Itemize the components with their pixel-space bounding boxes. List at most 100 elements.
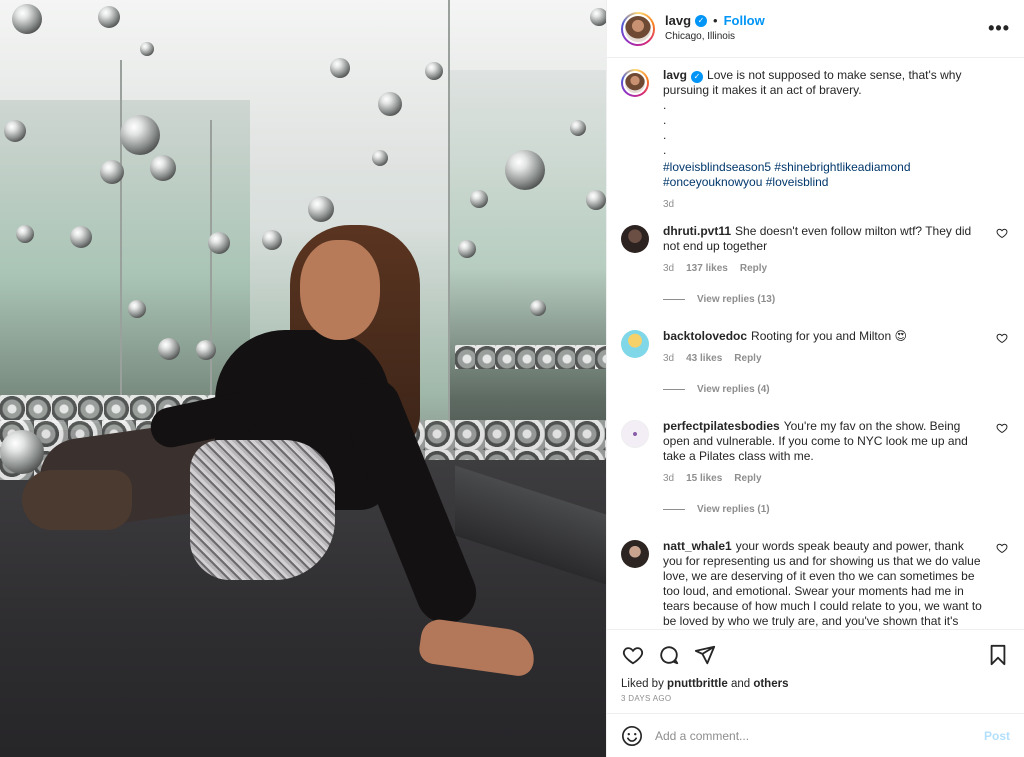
hashtag-link[interactable]: #onceyouknowyou [663, 175, 762, 189]
photo-mirror-ball [586, 190, 606, 210]
comments-list[interactable]: lavg ✓ Love is not supposed to make sense,… [607, 58, 1024, 629]
caption-dot: . [663, 98, 667, 112]
commenter-username[interactable]: natt_whale1 [663, 539, 732, 553]
heart-icon[interactable] [996, 332, 1008, 344]
comment-likes[interactable]: 43 likes [686, 351, 722, 366]
photo-mirror-ball [505, 150, 545, 190]
comment-age: 3d [663, 473, 675, 484]
post-side-panel: lavg ✓ • Follow Chicago, Illinois ••• la… [606, 0, 1024, 757]
photo-mirror-ball [140, 42, 154, 56]
instagram-post-modal: lavg ✓ • Follow Chicago, Illinois ••• la… [0, 0, 1024, 757]
photo-mirror-ball [458, 240, 476, 258]
reply-button[interactable]: Reply [740, 261, 767, 276]
photo-mirror-ball [4, 120, 26, 142]
author-username[interactable]: lavg [665, 13, 691, 29]
liked-by-prefix: Liked by [621, 678, 664, 690]
reply-button[interactable]: Reply [734, 471, 761, 486]
photo-mirror-ball [128, 300, 146, 318]
photo-mirror-ball [16, 225, 34, 243]
heart-icon[interactable] [996, 542, 1008, 554]
photo-mirror-ball [98, 6, 120, 28]
commenter-username[interactable]: dhruti.pvt11 [663, 224, 731, 238]
view-replies-button[interactable]: View replies (1) [663, 504, 1010, 515]
post-comment-button[interactable]: Post [984, 729, 1010, 743]
post-caption: lavg ✓ Love is not supposed to make sense,… [621, 68, 1010, 212]
photo-mirror-ball [100, 160, 124, 184]
more-options-icon[interactable]: ••• [988, 18, 1010, 39]
commenter-avatar[interactable] [621, 330, 649, 358]
photo-ball-row [395, 420, 606, 460]
reply-button[interactable]: Reply [734, 351, 761, 366]
caption-age: 3d [663, 199, 675, 210]
photo-mirror-ball [308, 196, 334, 222]
photo-mirror-ball [530, 300, 546, 316]
caption-dot: . [663, 113, 667, 127]
photo-mirror-ball [158, 338, 180, 360]
post-photo[interactable] [0, 0, 606, 757]
author-avatar[interactable] [621, 11, 655, 46]
comment-bubble-icon[interactable] [657, 643, 681, 667]
photo-mirror-ball [570, 120, 586, 136]
comment-item: natt_whale1 your words speak beauty and p… [621, 539, 1010, 629]
heart-icon[interactable] [621, 643, 645, 667]
comment-item: perfectpilatesbodies You're my fav on the… [621, 419, 1010, 486]
photo-mirror-ball [0, 430, 44, 474]
smiley-icon[interactable] [621, 725, 643, 747]
commenter-avatar[interactable] [621, 225, 649, 253]
photo-mirror-seam [120, 60, 122, 420]
verified-badge-icon: ✓ [695, 14, 708, 27]
photo-mirror-ball [12, 4, 42, 34]
liked-by-user[interactable]: pnuttbrittle [667, 678, 728, 690]
photo-mirror-seam [210, 120, 212, 420]
header-separator: • [713, 12, 718, 28]
comment-likes[interactable]: 137 likes [686, 261, 728, 276]
liked-by-text: Liked by pnuttbrittle and others [621, 678, 1010, 690]
caption-dot: . [663, 128, 667, 142]
photo-mirror-ball [378, 92, 402, 116]
comment-age: 3d [663, 263, 675, 274]
photo-mirror-ball [590, 8, 606, 26]
caption-text: Love is not supposed to make sense, that… [663, 68, 962, 97]
comment-likes[interactable]: 15 likes [686, 471, 722, 486]
photo-mirror-ball [262, 230, 282, 250]
photo-mirror-ball [208, 232, 230, 254]
post-location[interactable]: Chicago, Illinois [665, 29, 765, 45]
caption-username[interactable]: lavg [663, 68, 687, 82]
photo-mirror-ball [70, 226, 92, 248]
paper-plane-icon[interactable] [693, 643, 717, 667]
photo-mirror-ball [372, 150, 388, 166]
verified-badge-icon: ✓ [691, 71, 704, 83]
photo-mirror-ball [150, 155, 176, 181]
photo-mirror-ball [120, 115, 160, 155]
hashtag-link[interactable]: #shinebrightlikeadiamond [774, 160, 910, 174]
photo-ball-row [455, 345, 606, 369]
caption-dot: . [663, 143, 667, 157]
post-timestamp: 3 DAYS AGO [621, 694, 672, 703]
comment-item: dhruti.pvt11 She doesn't even follow milt… [621, 224, 1010, 276]
comment-item: backtolovedoc Rooting for you and Milton … [621, 329, 1010, 366]
commenter-username[interactable]: backtolovedoc [663, 329, 747, 343]
comment-age: 3d [663, 353, 675, 364]
hashtag-link[interactable]: #loveisblind [766, 175, 829, 189]
heart-icon[interactable] [996, 422, 1008, 434]
photo-mirror-ball [425, 62, 443, 80]
photo-mirror-ball [196, 340, 216, 360]
bookmark-icon[interactable] [986, 643, 1010, 667]
photo-mirror-ball [470, 190, 488, 208]
photo-mirror-seam [448, 0, 450, 490]
view-replies-button[interactable]: View replies (4) [663, 384, 1010, 395]
view-replies-button[interactable]: View replies (13) [663, 294, 1010, 305]
commenter-username[interactable]: perfectpilatesbodies [663, 419, 780, 433]
commenter-avatar[interactable] [621, 420, 649, 448]
liked-by-others[interactable]: others [753, 678, 788, 690]
comment-input[interactable] [655, 728, 984, 743]
caption-avatar[interactable] [621, 69, 649, 97]
photo-mirror-ball [330, 58, 350, 78]
post-header: lavg ✓ • Follow Chicago, Illinois ••• [607, 0, 1024, 58]
hashtag-link[interactable]: #loveisblindseason5 [663, 160, 771, 174]
liked-by-and: and [730, 678, 751, 690]
follow-button[interactable]: Follow [724, 13, 765, 29]
add-comment-bar: Post [607, 713, 1024, 757]
commenter-avatar[interactable] [621, 540, 649, 568]
heart-icon[interactable] [996, 227, 1008, 239]
